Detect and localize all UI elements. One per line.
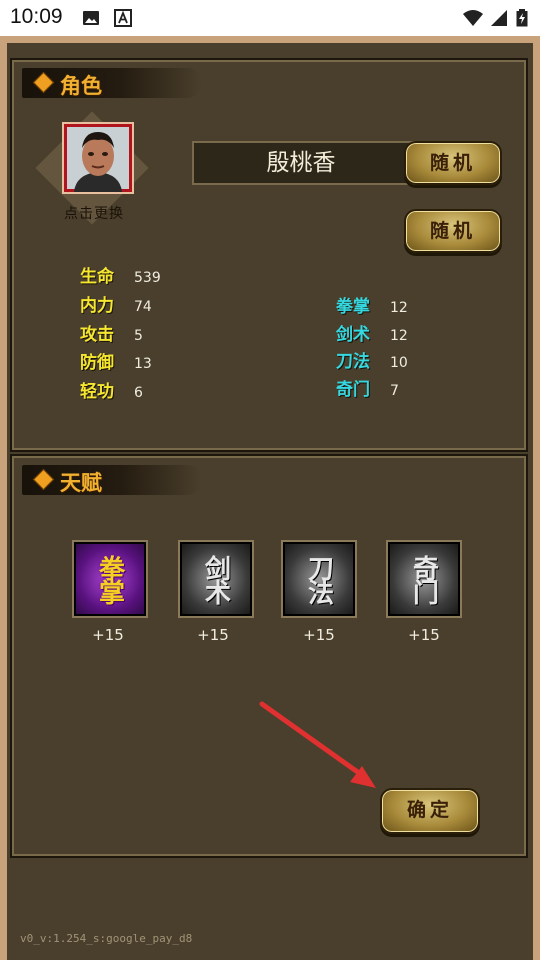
talent-bonus: +15 xyxy=(303,626,335,644)
stat-label: 生命 xyxy=(80,267,114,287)
character-name-field[interactable]: 殷桃香 xyxy=(192,141,422,185)
talent-section-title: 天赋 xyxy=(60,470,102,495)
stat-exotic: 奇门 7 xyxy=(336,379,399,401)
stat-value: 6 xyxy=(134,385,143,401)
signal-icon xyxy=(491,10,507,26)
version-label: v0_v:1.254_s:google_pay_d8 xyxy=(20,932,193,945)
talent-exotic-card[interactable]: 奇门 xyxy=(386,540,462,618)
stat-label: 攻击 xyxy=(80,325,114,345)
confirm-button[interactable]: 确定 xyxy=(380,788,480,834)
talent-bonus: +15 xyxy=(197,626,229,644)
random-name-button[interactable]: 随机 xyxy=(404,141,502,185)
talent-bonus: +15 xyxy=(408,626,440,644)
talent-fist-card[interactable]: 拳掌 xyxy=(72,540,148,618)
stat-hp: 生命 539 xyxy=(80,266,161,288)
avatar[interactable] xyxy=(62,122,134,194)
stat-label: 奇门 xyxy=(336,380,370,400)
annotation-arrow-icon xyxy=(259,701,376,788)
random-stats-button[interactable]: 随机 xyxy=(404,209,502,253)
stat-value: 74 xyxy=(134,299,152,315)
stat-value: 13 xyxy=(134,356,152,372)
avatar-picker[interactable] xyxy=(35,111,149,225)
gallery-icon xyxy=(83,11,99,25)
talent-blade-card[interactable]: 刀法 xyxy=(281,540,357,618)
wifi-icon xyxy=(463,10,483,26)
stat-value: 7 xyxy=(390,383,399,399)
stat-defense: 防御 13 xyxy=(80,352,152,374)
stat-agility: 轻功 6 xyxy=(80,381,143,403)
stat-value: 539 xyxy=(134,270,161,286)
talent-section-header: 天赋 xyxy=(22,461,202,497)
stat-value: 5 xyxy=(134,328,143,344)
portrait-icon xyxy=(64,124,132,192)
stat-label: 内力 xyxy=(80,296,114,316)
stat-attack: 攻击 5 xyxy=(80,324,143,346)
stat-value: 12 xyxy=(390,300,408,316)
talent-sword-card[interactable]: 剑术 xyxy=(178,540,254,618)
talent-bonus: +15 xyxy=(92,626,124,644)
talent-exotic-icon: 奇门 xyxy=(408,555,439,603)
status-bar: 10:09 xyxy=(0,0,540,36)
stat-label: 防御 xyxy=(80,353,114,373)
status-time: 10:09 xyxy=(10,5,63,28)
font-icon xyxy=(114,9,132,27)
talent-fist-icon: 拳掌 xyxy=(94,555,125,603)
stat-label: 轻功 xyxy=(80,382,114,402)
stat-value: 10 xyxy=(390,355,408,371)
stat-sword: 剑术 12 xyxy=(336,324,408,346)
stat-fist: 拳掌 12 xyxy=(336,296,408,318)
battery-charging-icon xyxy=(516,9,528,27)
role-section-header: 角色 xyxy=(22,64,202,100)
stat-label: 拳掌 xyxy=(336,297,370,317)
character-name: 殷桃香 xyxy=(266,150,336,176)
talent-sword-icon: 剑术 xyxy=(200,555,231,603)
stat-blade: 刀法 10 xyxy=(336,351,408,373)
talent-blade-icon: 刀法 xyxy=(303,555,334,603)
stat-value: 12 xyxy=(390,328,408,344)
stat-label: 刀法 xyxy=(336,352,370,372)
avatar-caption: 点击更换 xyxy=(64,206,124,222)
stat-internal-power: 内力 74 xyxy=(80,295,152,317)
stat-label: 剑术 xyxy=(336,325,370,345)
role-section-title: 角色 xyxy=(60,73,102,98)
